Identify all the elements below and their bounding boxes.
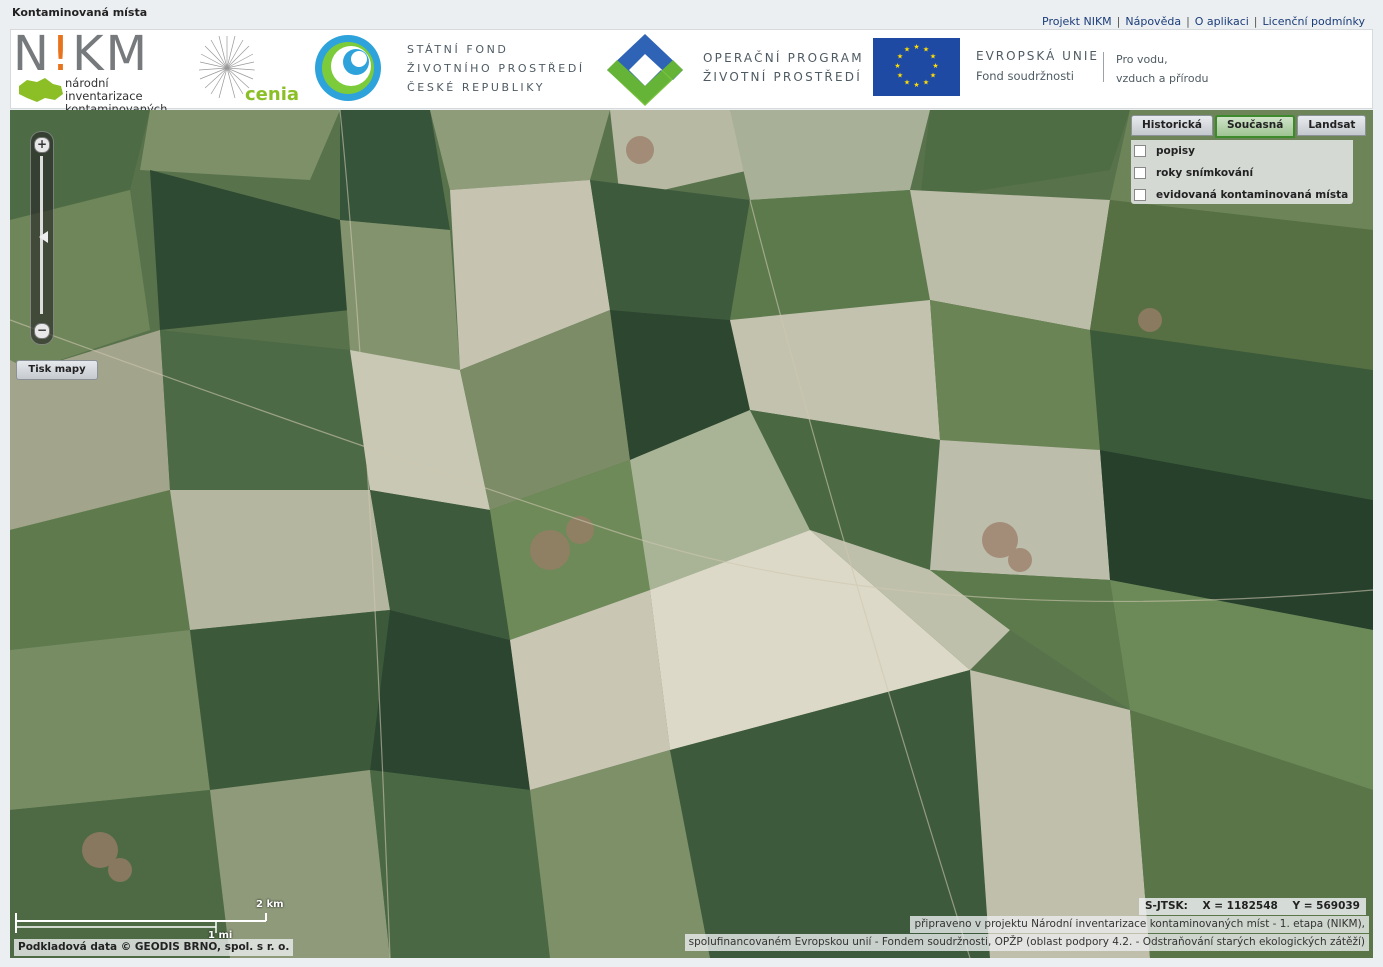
- svg-text:★: ★: [932, 62, 938, 70]
- link-licencni-podminky[interactable]: Licenční podmínky: [1263, 15, 1365, 28]
- app-title: Kontaminovaná místa: [12, 6, 148, 19]
- link-separator: |: [1253, 15, 1258, 28]
- coordinate-readout: S-JTSK: X = 1182548 Y = 569039: [1138, 898, 1366, 915]
- svg-text:★: ★: [913, 81, 919, 89]
- aerial-imagery: [10, 110, 1373, 958]
- eu-divider: [1103, 52, 1104, 82]
- svg-text:★: ★: [930, 72, 936, 80]
- tab-historicka[interactable]: Historická: [1131, 115, 1213, 136]
- scale-km-label: 2 km: [256, 899, 284, 910]
- overlay-checkbox[interactable]: [1134, 167, 1146, 179]
- opzp-text: OPERAČNÍ PROGRAM ŽIVOTNÍ PROSTŘEDÍ: [703, 51, 864, 84]
- svg-text:★: ★: [913, 43, 919, 51]
- imagery-credit: Podkladová data © GEODIS BRNO, spol. s r…: [14, 939, 294, 956]
- overlay-popisy[interactable]: popisy: [1134, 143, 1195, 159]
- svg-text:★: ★: [923, 79, 929, 87]
- overlay-checkbox[interactable]: [1134, 145, 1146, 157]
- link-napoveda[interactable]: Nápověda: [1125, 15, 1181, 28]
- link-separator: |: [1116, 15, 1121, 28]
- attribution-line-1: připraveno v projektu Národní inventariz…: [910, 916, 1369, 933]
- overlay-label: roky snímkování: [1156, 167, 1254, 179]
- zoom-out-button[interactable]: −: [34, 323, 50, 339]
- eu-fund: Fond soudržnosti: [976, 69, 1074, 83]
- svg-text:★: ★: [897, 72, 903, 80]
- svg-text:★: ★: [930, 53, 936, 61]
- eu-title: EVROPSKÁ UNIE: [976, 49, 1099, 63]
- opzp-logo-icon: [607, 34, 683, 106]
- overlay-label: evidovaná kontaminovaná místa: [1156, 189, 1349, 201]
- zoom-slider-handle[interactable]: [39, 231, 48, 243]
- link-separator: |: [1186, 15, 1190, 28]
- svg-text:★: ★: [923, 46, 929, 54]
- svg-text:★: ★: [897, 53, 903, 61]
- eu-flag-icon: ★ ★ ★ ★ ★ ★ ★ ★ ★ ★ ★ ★: [873, 38, 960, 96]
- tab-soucasna[interactable]: Současná: [1214, 115, 1296, 138]
- base-layer-tabs: Historická Současná Landsat: [1131, 115, 1367, 138]
- sfzp-text: STÁTNÍ FOND ŽIVOTNÍHO PROSTŘEDÍ ČESKÉ RE…: [407, 43, 585, 94]
- sfzp-logo-icon: [315, 35, 381, 101]
- nikm-logo: N!KM národní inventarizace kontaminovaný…: [13, 26, 188, 129]
- zoom-in-button[interactable]: +: [34, 137, 50, 153]
- link-o-aplikaci[interactable]: O aplikaci: [1195, 15, 1249, 28]
- map-viewport[interactable]: + − Tisk mapy Historická Současná Landsa…: [10, 110, 1373, 958]
- eu-motto: Pro vodu, vzduch a přírodu: [1116, 53, 1209, 85]
- czech-map-icon: [19, 78, 63, 102]
- svg-text:★: ★: [894, 62, 900, 70]
- link-projekt-nikm[interactable]: Projekt NIKM: [1042, 15, 1112, 28]
- logo-banner: N!KM národní inventarizace kontaminovaný…: [10, 26, 1373, 129]
- cenia-logo: cenia: [197, 32, 303, 106]
- zoom-control: + −: [30, 131, 54, 345]
- overlay-kontaminovana-mista[interactable]: evidovaná kontaminovaná místa: [1134, 187, 1348, 203]
- cenia-wordmark: cenia: [245, 84, 300, 105]
- top-links: Projekt NIKM | Nápověda | O aplikaci | L…: [1042, 15, 1365, 28]
- tab-landsat[interactable]: Landsat: [1297, 115, 1367, 136]
- overlay-checkbox[interactable]: [1134, 189, 1146, 201]
- overlay-roky-snimkovani[interactable]: roky snímkování: [1134, 165, 1253, 181]
- overlay-label: popisy: [1156, 145, 1195, 157]
- print-map-button[interactable]: Tisk mapy: [16, 360, 98, 380]
- overlay-panel: popisy roky snímkování evidovaná kontami…: [1131, 140, 1353, 204]
- svg-text:★: ★: [904, 79, 910, 87]
- attribution-line-2: spolufinancovaném Evropskou unií - Fonde…: [684, 934, 1369, 951]
- nikm-logo-letters: N!KM: [13, 26, 150, 82]
- svg-text:★: ★: [904, 46, 910, 54]
